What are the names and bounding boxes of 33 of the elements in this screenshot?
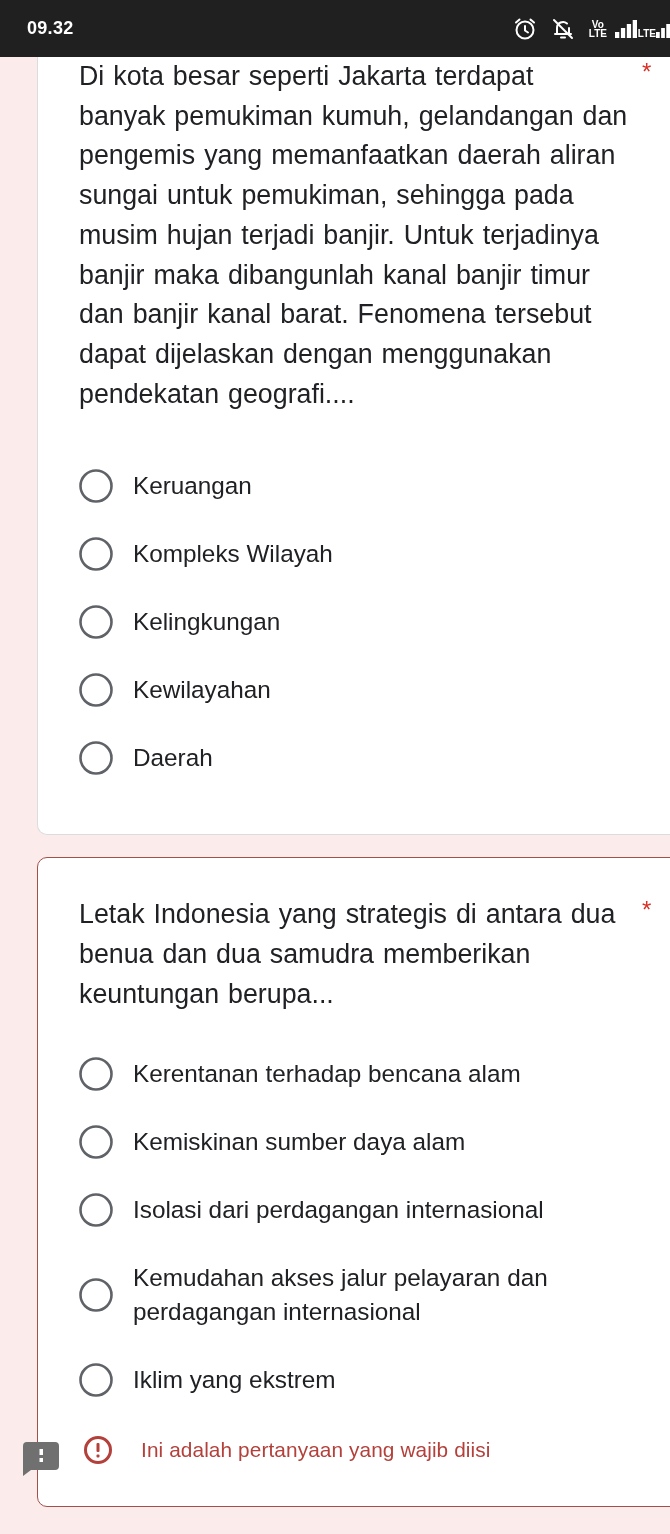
option-label[interactable]: Kemiskinan sumber daya alam [133, 1125, 466, 1160]
option-label[interactable]: Kemudahan akses jalur pelayaran dan perdagangan internasional [133, 1261, 603, 1330]
radio-button[interactable] [79, 469, 113, 504]
radio-button[interactable] [79, 1278, 113, 1313]
radio-button[interactable] [79, 605, 113, 640]
clock-time: 09.32 [27, 18, 74, 39]
question-text: Di kota besar seperti Jakarta terdapat banyak pemukiman kumuh, gelandangan dan pengemis yang memanfaatkan daerah aliran sungai untuk pemukiman, sehingga pada musim hujan terjadi banjir. Untuk terjadinya banjir maka dibangunlah kanal banjir timur dan banjir kanal barat. Fenomena tersebut dapat dijelaskan dengan menggunakan pendekatan geografi.... [79, 61, 628, 409]
required-asterisk: * [642, 895, 653, 926]
option-label[interactable]: Kewilayahan [133, 673, 271, 708]
network-type: LTE [637, 28, 656, 39]
error-message: Ini adalah pertanyaan yang wajib diisi [141, 1438, 491, 1463]
radio-button[interactable] [79, 741, 113, 776]
radio-button[interactable] [79, 537, 113, 572]
option-label[interactable]: Kompleks Wilayah [133, 537, 333, 572]
option-label[interactable]: Keruangan [133, 469, 252, 504]
question-text: Letak Indonesia yang strategis di antara dua benua dan dua samudra memberikan keuntungan berupa... [79, 899, 616, 1009]
radio-button[interactable] [79, 1057, 113, 1092]
option-label[interactable]: Isolasi dari perdagangan internasional [133, 1193, 544, 1228]
option-label[interactable]: Daerah [133, 741, 213, 776]
radio-button[interactable] [79, 1363, 113, 1398]
bell-off-icon [550, 16, 575, 41]
option-label[interactable]: Kelingkungan [133, 605, 281, 640]
alarm-clock-icon [512, 16, 537, 41]
radio-button[interactable] [79, 1125, 113, 1160]
signal-icon [614, 19, 637, 38]
required-asterisk: * [642, 57, 653, 87]
option-label[interactable]: Iklim yang ekstrem [133, 1363, 336, 1398]
option-label[interactable]: Kerentanan terhadap bencana alam [133, 1057, 521, 1092]
error-icon [83, 1435, 113, 1466]
radio-button[interactable] [79, 673, 113, 708]
radio-button[interactable] [79, 1193, 113, 1228]
feedback-icon[interactable] [23, 1442, 59, 1477]
volte-indicator: Vo LTE [587, 19, 608, 38]
